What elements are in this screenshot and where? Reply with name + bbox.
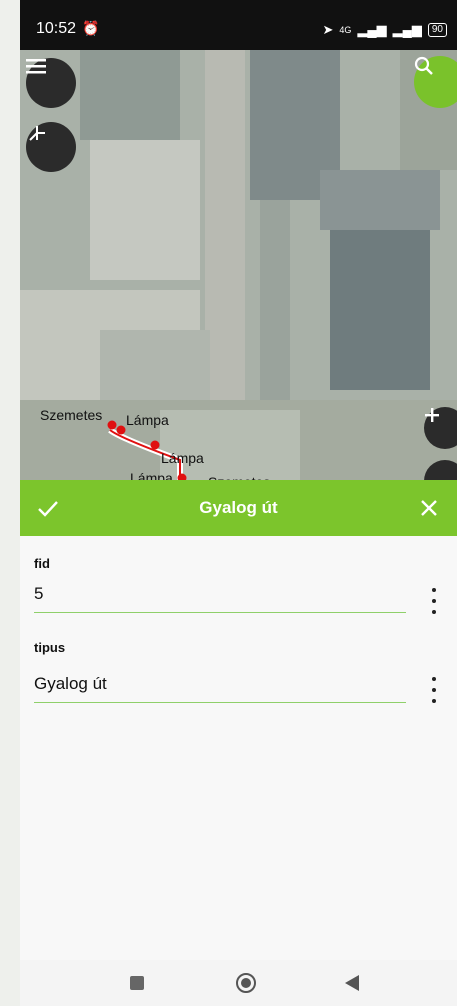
search-icon — [414, 56, 433, 75]
field-input-fid[interactable]: 5 — [34, 584, 406, 613]
more-options-icon[interactable] — [429, 677, 439, 703]
system-nav-bar — [20, 960, 457, 1006]
digitize-button[interactable] — [26, 122, 76, 172]
signal-icon: ▂▄▆ — [357, 22, 387, 37]
field-input-tipus[interactable]: Gyalog út — [34, 674, 406, 703]
map-label: Lámpa — [126, 412, 169, 428]
circle-icon — [236, 973, 256, 993]
close-icon — [421, 500, 437, 516]
field-label-fid: fid — [34, 556, 50, 571]
battery-indicator: 90 — [427, 23, 447, 37]
triangle-back-icon — [345, 975, 359, 991]
map-canvas[interactable]: Szemetes Lámpa Lámpa Lámpa Szemetes — [20, 50, 457, 490]
recents-button[interactable] — [117, 970, 157, 996]
close-button[interactable] — [401, 480, 457, 536]
menu-icon — [26, 59, 46, 74]
map-point[interactable] — [116, 425, 126, 435]
plus-icon — [425, 408, 439, 422]
signal-label: 4G — [339, 25, 352, 35]
feature-form: Gyalog út fid 5 tipus Gyalog út — [20, 480, 457, 960]
status-time: 10:52 — [36, 20, 77, 37]
back-button[interactable] — [332, 970, 372, 996]
location-icon: ➤ — [322, 22, 334, 37]
map-point[interactable] — [107, 420, 117, 430]
more-options-icon[interactable] — [429, 588, 439, 614]
map-label: Lámpa — [161, 450, 204, 466]
map-label: Szemetes — [40, 407, 103, 423]
app-screen: 10:52 ⏰ ➤ 4G ▂▄▆ ▂▄▆ 90 Szemetes Lámpa L… — [0, 0, 457, 1006]
status-bar: 10:52 ⏰ ➤ 4G ▂▄▆ ▂▄▆ 90 — [20, 0, 457, 50]
left-edge-strip — [0, 0, 20, 1006]
field-label-tipus: tipus — [34, 640, 66, 655]
status-icons: ➤ 4G ▂▄▆ ▂▄▆ 90 — [323, 22, 447, 38]
search-button[interactable] — [414, 56, 457, 108]
node-icon — [29, 126, 45, 141]
map-point[interactable] — [150, 440, 160, 450]
satellite-imagery — [20, 50, 457, 490]
signal-icon-2: ▂▄▆ — [392, 22, 422, 37]
form-header: Gyalog út — [20, 480, 457, 536]
home-button[interactable] — [226, 970, 266, 996]
form-title: Gyalog út — [199, 498, 278, 517]
alarm-icon: ⏰ — [82, 20, 100, 36]
square-icon — [130, 976, 144, 990]
menu-button[interactable] — [26, 58, 76, 108]
